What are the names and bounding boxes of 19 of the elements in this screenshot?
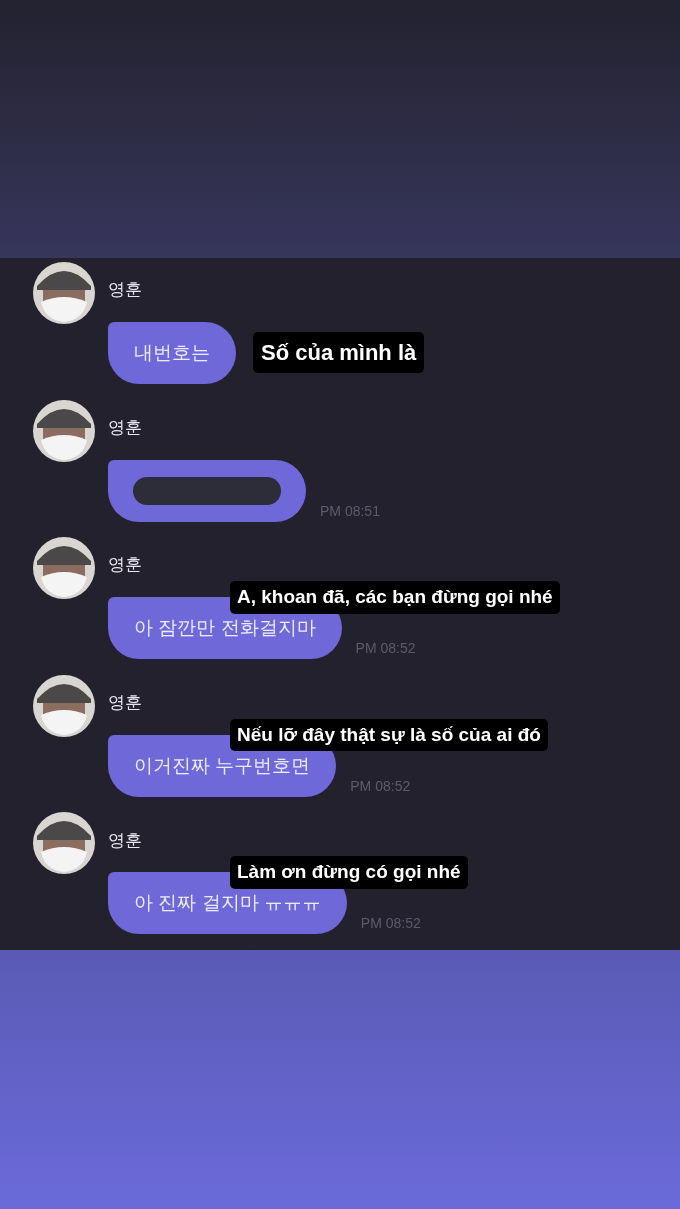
timestamp: PM 08:52 <box>350 776 411 796</box>
sender-name: 영훈 <box>108 279 142 302</box>
caption: Số của mình là <box>253 332 425 373</box>
avatar-icon <box>33 674 95 737</box>
avatar-icon <box>33 399 95 462</box>
timestamp: PM 08:52 <box>360 914 421 934</box>
sender-name: 영훈 <box>108 692 142 715</box>
caption: Làm ơn đừng có gọi nhé <box>230 856 468 889</box>
avatar-icon <box>33 812 95 875</box>
avatar-icon <box>33 537 95 600</box>
timestamp: PM 08:52 <box>355 639 416 659</box>
avatar-icon <box>33 262 95 324</box>
sender-name: 영훈 <box>108 829 142 852</box>
caption: Nếu lỡ đây thật sự là số của ai đó <box>230 718 548 752</box>
message-bubble: 내번호는 <box>108 322 236 384</box>
sender-name: 영훈 <box>108 416 142 439</box>
caption: A, khoan đã, các bạn đừng gọi nhé <box>230 581 560 614</box>
timestamp: PM 08:51 <box>320 501 380 521</box>
sender-name: 영훈 <box>108 554 142 577</box>
